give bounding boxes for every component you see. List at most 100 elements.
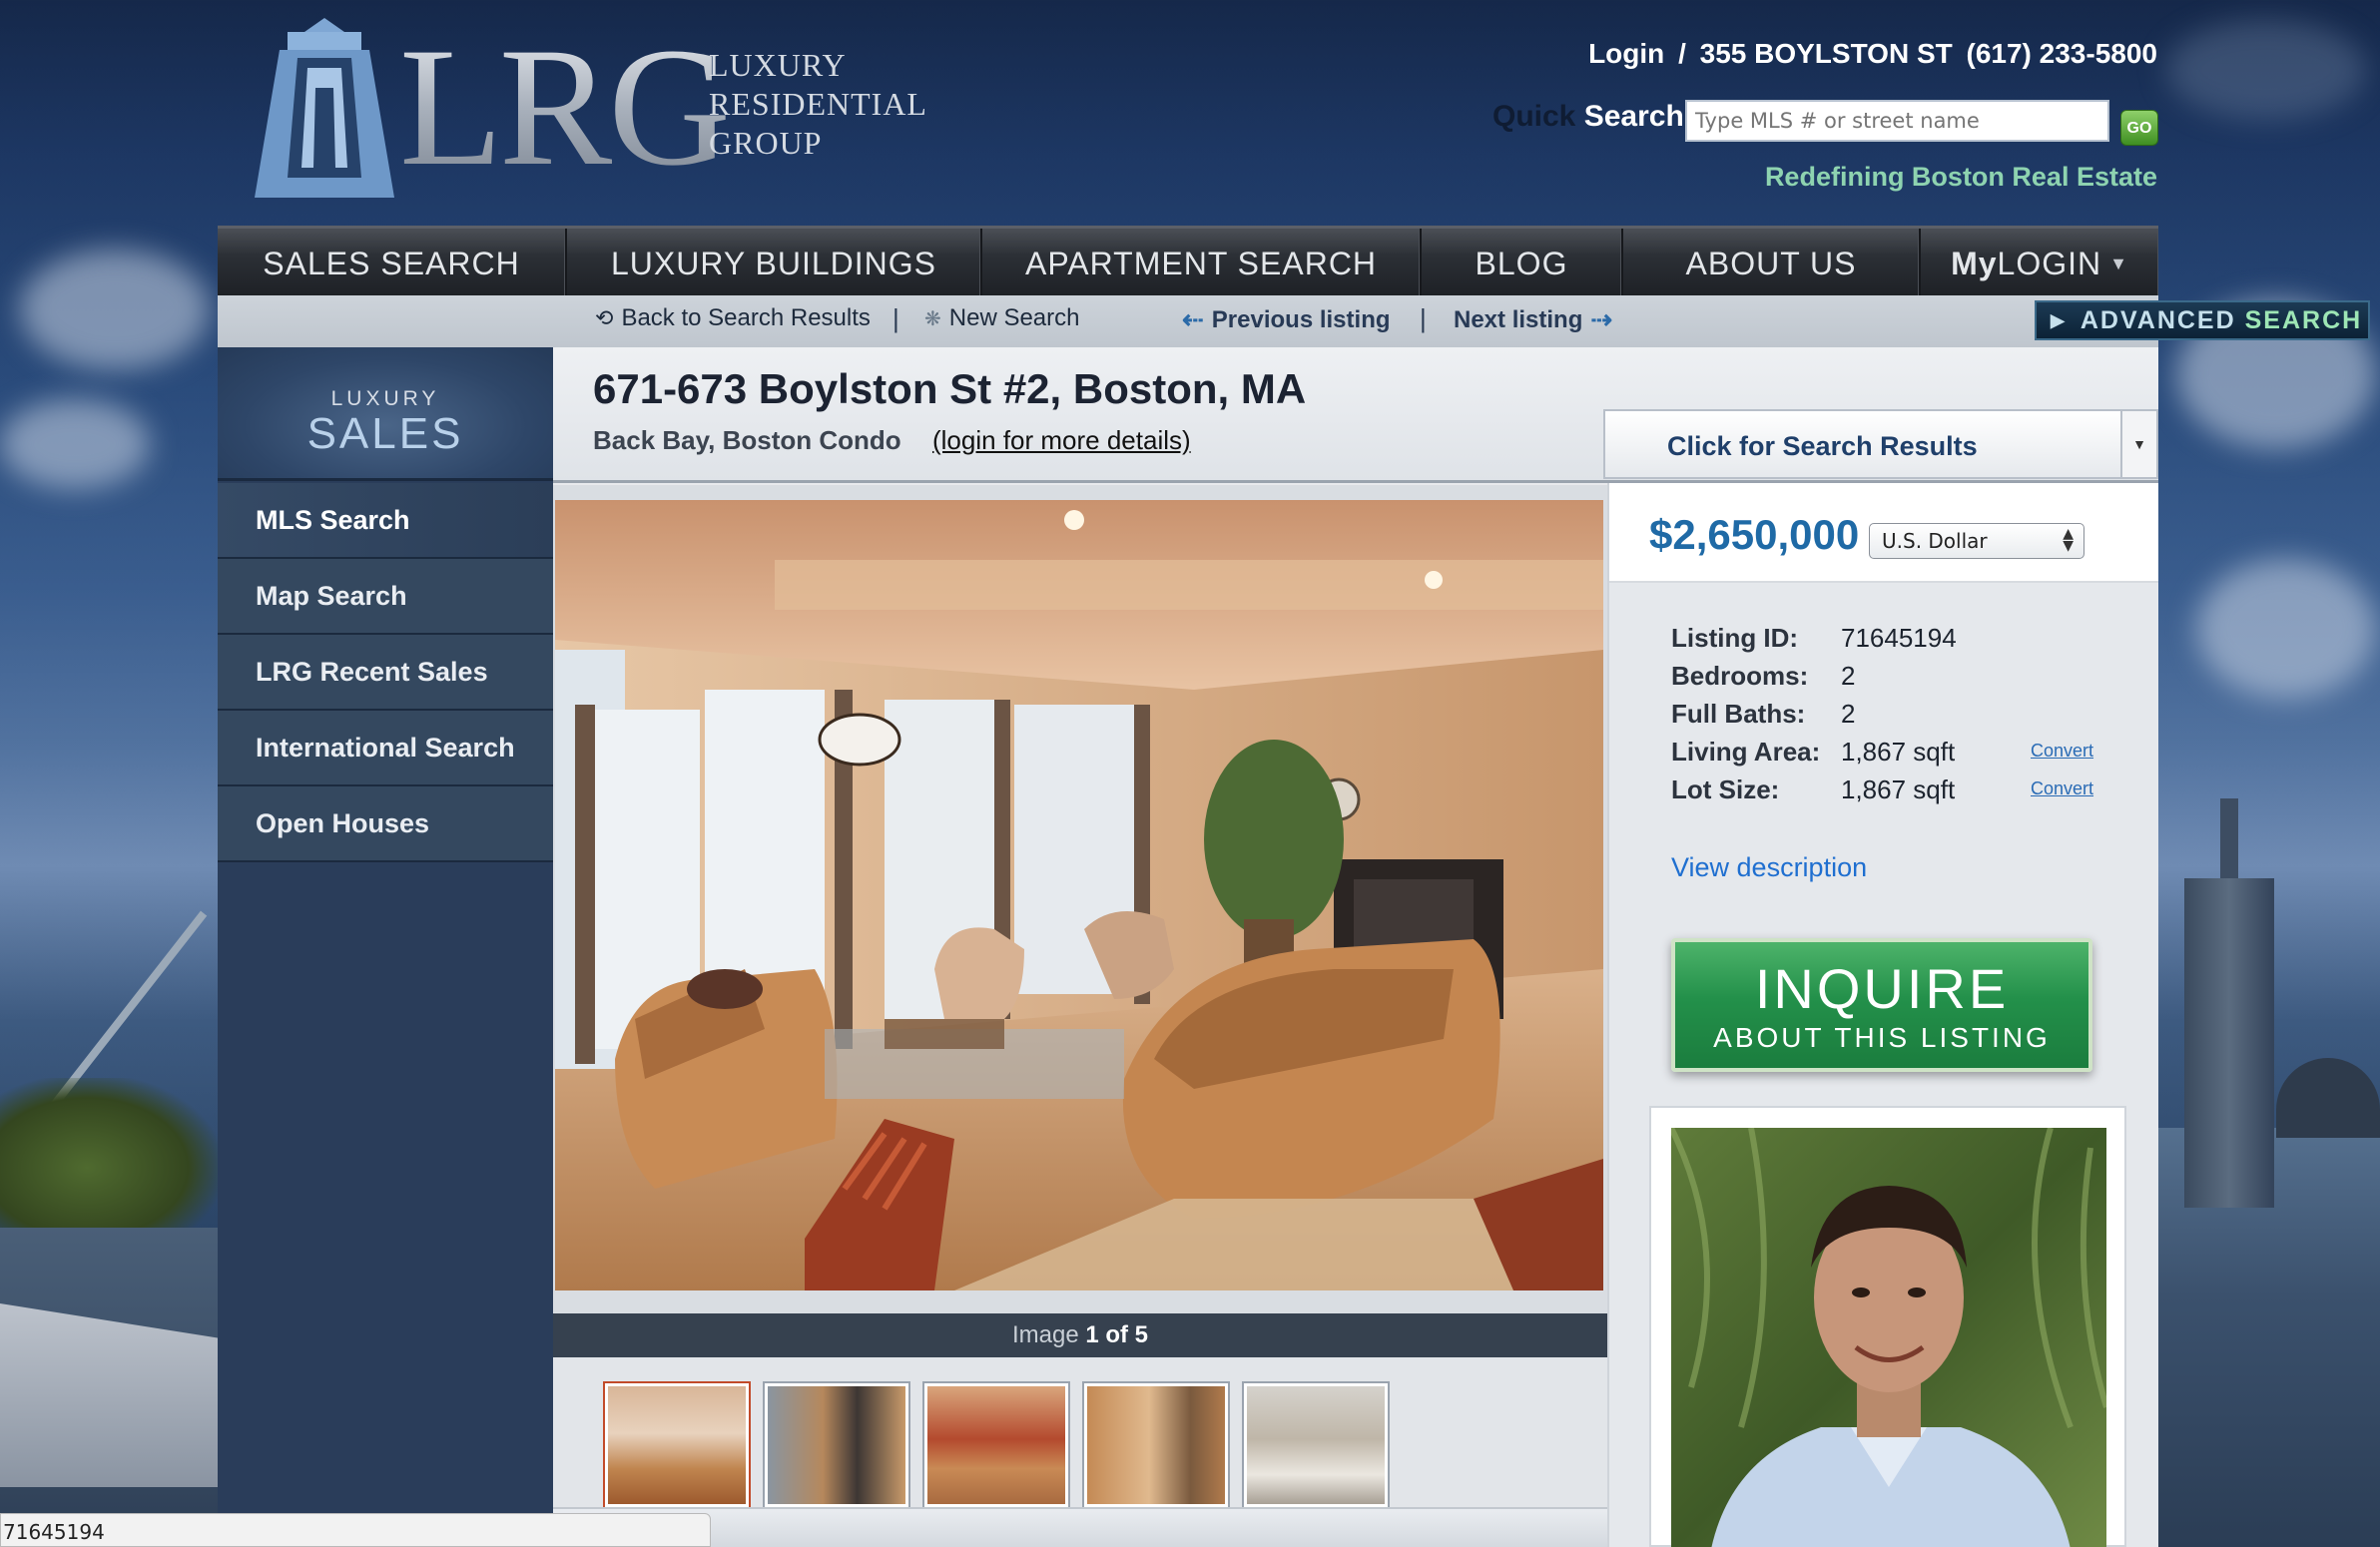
search-results-dropdown[interactable]: Click for Search Results ▼ [1603,409,2158,479]
listing-price: $2,650,000 [1649,511,1860,558]
fact-label: Full Baths: [1671,699,1806,729]
nav-my-login[interactable]: My LOGIN ▼ [1921,229,2158,298]
search-results-dropdown-label: Click for Search Results [1667,431,1978,461]
background-bridge [2276,1058,2380,1138]
sidebar-item-recent-sales[interactable]: LRG Recent Sales [218,635,553,711]
lrg-logo-icon[interactable] [250,18,399,198]
inquire-label-main: INQUIRE [1754,957,2010,1020]
sidebar-item-open-houses[interactable]: Open Houses [218,786,553,862]
listing-title-area: 671-673 Boylston St #2, Boston, MA Back … [553,347,2158,483]
subnav-separator: | [892,303,899,333]
my-login-label: LOGIN [1997,245,2102,281]
fact-value: 2 [1841,699,1856,729]
logo-word: LUXURY [709,47,847,83]
quick-search-go-button[interactable]: GO [2120,110,2158,146]
play-triangle-icon: ▶ [2051,309,2067,330]
sidebar-header-small: LUXURY [330,387,440,410]
sidebar-item-mls-search[interactable]: MLS Search [218,483,553,559]
sidebar: LUXURY SALES MLS Search Map Search LRG R… [218,347,553,1547]
fact-listing-id: Listing ID: 71645194 [1671,623,2110,661]
background-cloud [20,250,210,369]
sidebar-header: LUXURY SALES [218,347,553,481]
convert-living-area-link[interactable]: Convert [2031,741,2093,762]
nav-sales-search[interactable]: SALES SEARCH [218,229,567,298]
chevron-down-icon[interactable]: ▼ [2120,411,2156,477]
tagline: Redefining Boston Real Estate [1764,162,2157,192]
thumbnail-1[interactable] [603,1381,751,1509]
background-trees [0,1078,218,1228]
login-link[interactable]: Login [1588,38,1664,69]
logo-word: GROUP [709,125,823,161]
advanced-search-button[interactable]: ▶ ADVANCED SEARCH [2035,300,2370,340]
fact-bedrooms: Bedrooms: 2 [1671,661,2110,699]
listing-subnav: ⟲ Back to Search Results | ❋ New Search … [218,295,2370,347]
currency-selected-value: U.S. Dollar [1882,529,1988,553]
inquire-label-sub: ABOUT THIS LISTING [1713,1022,2051,1053]
quick-search-label-part: Quick [1492,100,1576,133]
previous-listing-label: Previous listing [1211,305,1391,333]
thumbnail-2[interactable] [763,1381,910,1509]
listing-subtitle: Back Bay, Boston Condo [593,425,901,455]
new-search-link[interactable]: ❋ New Search [924,304,1080,332]
fact-lot-size: Lot Size: 1,867 sqft Convert [1671,774,2110,812]
background-tower-spire [2220,798,2238,888]
sidebar-item-international-search[interactable]: International Search [218,711,553,786]
top-separator: / [1678,38,1686,69]
listing-facts: Listing ID: 71645194 Bedrooms: 2 Full Ba… [1671,623,2110,812]
image-counter: 1 of 5 [1085,1321,1149,1348]
convert-lot-size-link[interactable]: Convert [2031,778,2093,799]
gear-icon: ❋ [924,307,941,330]
fact-value: 1,867 sqft [1841,737,1956,767]
quick-search-input[interactable] [1685,100,2109,142]
browser-status-bar: 71645194 [0,1513,711,1547]
sidebar-item-map-search[interactable]: Map Search [218,559,553,635]
fact-value: 71645194 [1841,623,1957,653]
listing-tools-bar [553,1507,1607,1547]
advanced-label: ADVANCED [2080,305,2236,334]
nav-apartment-search[interactable]: APARTMENT SEARCH [982,229,1422,298]
fact-full-baths: Full Baths: 2 [1671,699,2110,737]
login-for-details-link[interactable]: (login for more details) [932,425,1191,456]
listing-main-photo[interactable] [555,500,1603,1290]
nav-about-us[interactable]: ABOUT US [1623,229,1921,298]
back-to-results-link[interactable]: ⟲ Back to Search Results [595,304,871,332]
office-address: 355 BOYLSTON ST [1699,38,1953,69]
subnav-separator: | [1420,303,1427,333]
nav-blog[interactable]: BLOG [1422,229,1623,298]
thumbnail-5[interactable] [1242,1381,1390,1509]
thumbnail-strip [553,1357,1607,1509]
top-links: Login / 355 BOYLSTON ST (617) 233-5800 [1582,38,2157,70]
next-listing-link[interactable]: Next listing ⇢ [1454,304,1612,335]
fact-label: Bedrooms: [1671,661,1809,691]
logo-word: RESIDENTIAL [709,86,927,122]
nav-luxury-buildings[interactable]: LUXURY BUILDINGS [567,229,982,298]
agent-photo[interactable] [1671,1128,2106,1547]
main-nav: SALES SEARCH LUXURY BUILDINGS APARTMENT … [218,226,2158,298]
listing-title: 671-673 Boylston St #2, Boston, MA [593,365,1307,412]
listing-main: 671-673 Boylston St #2, Boston, MA Back … [553,347,2158,1547]
background-cloud [0,399,150,489]
inquire-button[interactable]: INQUIRE ABOUT THIS LISTING [1671,938,2092,1072]
next-listing-label: Next listing [1454,305,1583,333]
image-caption-prefix: Image [1011,1321,1079,1348]
updown-arrows-icon: ▲ ▼ [2063,526,2074,554]
listing-details-panel: $2,650,000 U.S. Dollar ▲ ▼ Listing ID: 71… [1607,483,2158,1547]
thumbnail-3[interactable] [922,1381,1070,1509]
image-caption: Image 1 of 5 [553,1313,1607,1357]
back-to-results-label: Back to Search Results [621,304,871,331]
view-description-link[interactable]: View description [1671,852,1867,883]
logo-wordmark[interactable]: LRG [399,22,731,192]
fact-value: 2 [1841,661,1856,691]
quick-search-label: Quick Search [1492,100,1684,134]
fact-value: 1,867 sqft [1841,774,1956,804]
previous-listing-link[interactable]: ⇠ Previous listing [1182,304,1391,335]
currency-select[interactable]: U.S. Dollar ▲ ▼ [1869,523,2084,559]
fact-label: Listing ID: [1671,623,1799,653]
office-phone: (617) 233-5800 [1966,38,2157,69]
fact-label: Living Area: [1671,737,1821,767]
fact-label: Lot Size: [1671,774,1780,804]
thumbnail-4[interactable] [1082,1381,1230,1509]
sidebar-header-big: SALES [306,409,464,458]
fact-living-area: Living Area: 1,867 sqft Convert [1671,737,2110,774]
quick-search-label-part: Search [1583,100,1684,133]
